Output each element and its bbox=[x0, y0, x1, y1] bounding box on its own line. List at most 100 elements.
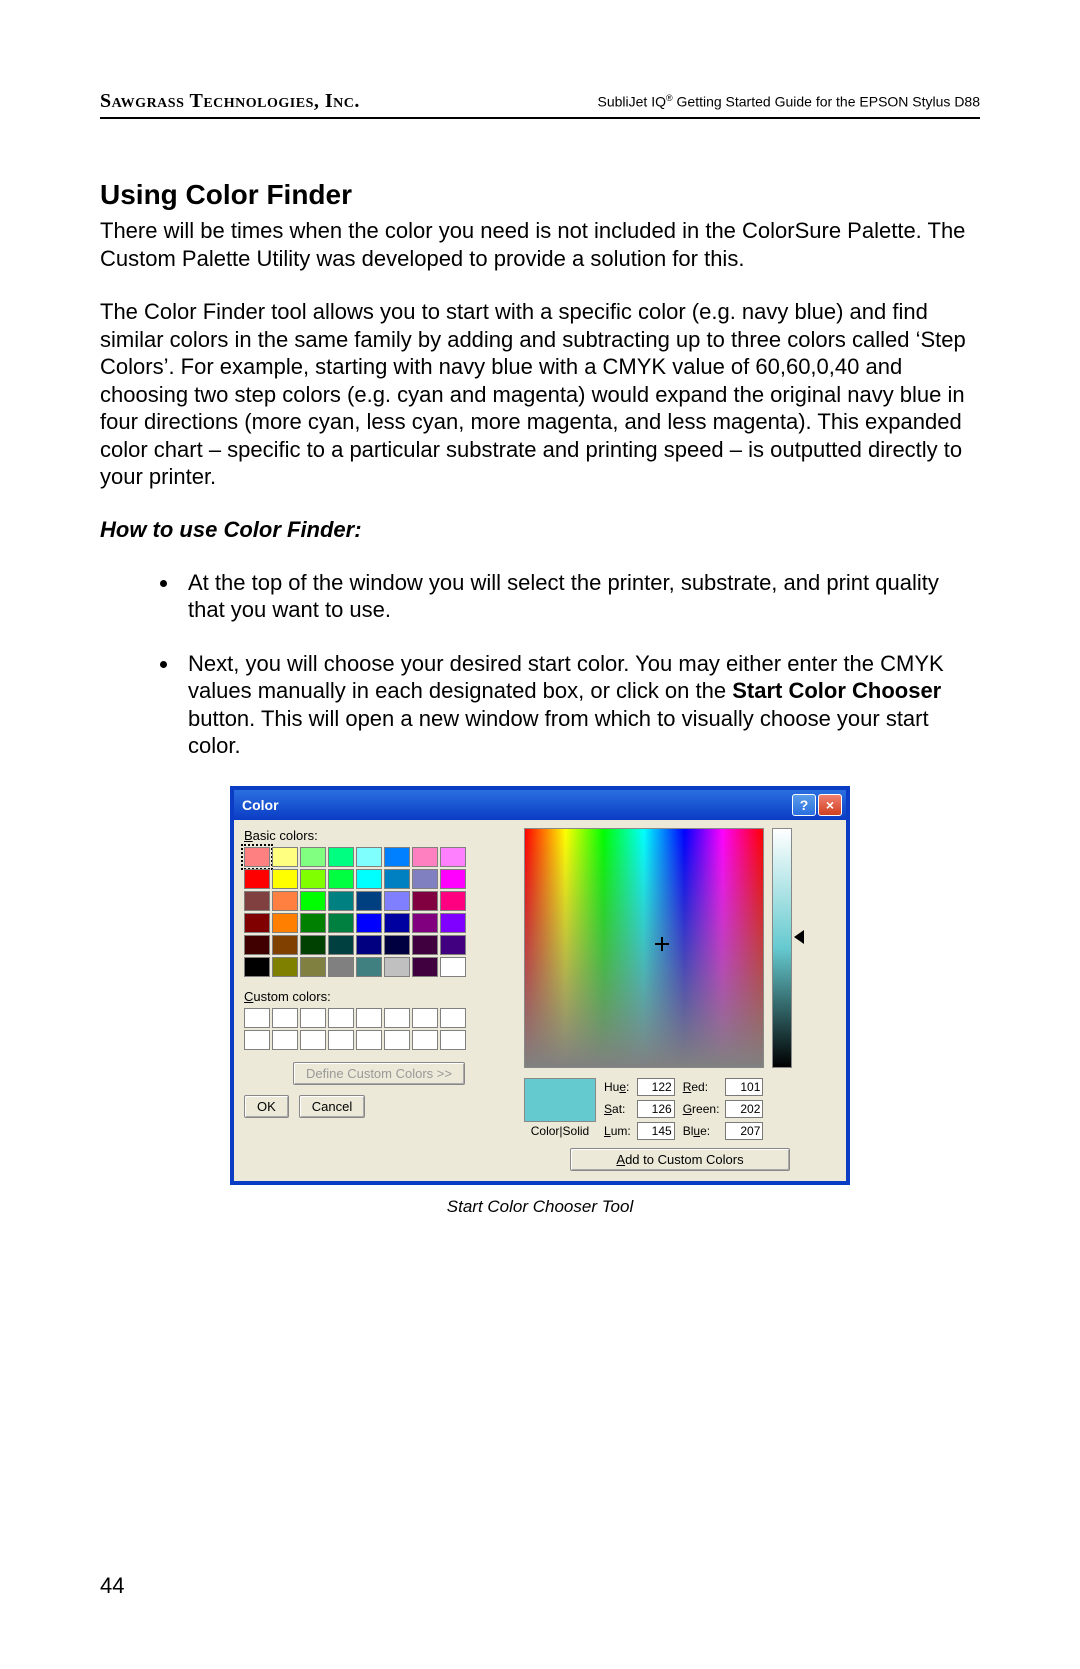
basic-color-swatch[interactable] bbox=[272, 935, 298, 955]
blue-label: Blue: bbox=[683, 1124, 720, 1138]
basic-color-swatch[interactable] bbox=[244, 957, 270, 977]
colorsolid-label: Color|Solid bbox=[531, 1124, 589, 1138]
basic-color-swatch[interactable] bbox=[440, 957, 466, 977]
custom-colors-label: Custom colors: bbox=[244, 989, 514, 1004]
custom-color-swatch[interactable] bbox=[272, 1030, 298, 1050]
basic-color-swatch[interactable] bbox=[328, 913, 354, 933]
page-number: 44 bbox=[100, 1573, 124, 1599]
custom-color-swatch[interactable] bbox=[328, 1030, 354, 1050]
custom-color-grid bbox=[244, 1008, 514, 1050]
basic-color-swatch[interactable] bbox=[384, 869, 410, 889]
basic-color-swatch[interactable] bbox=[300, 869, 326, 889]
doc-title: SubliJet IQ® Getting Started Guide for t… bbox=[598, 93, 981, 110]
basic-color-swatch[interactable] bbox=[384, 891, 410, 911]
hue-sat-picker[interactable] bbox=[524, 828, 764, 1068]
basic-color-swatch[interactable] bbox=[412, 847, 438, 867]
basic-color-swatch[interactable] bbox=[440, 891, 466, 911]
sat-input[interactable] bbox=[637, 1100, 675, 1118]
basic-color-swatch[interactable] bbox=[440, 935, 466, 955]
basic-color-swatch[interactable] bbox=[412, 957, 438, 977]
section-heading: Using Color Finder bbox=[100, 179, 980, 211]
custom-color-swatch[interactable] bbox=[356, 1008, 382, 1028]
luminance-slider[interactable] bbox=[772, 828, 792, 1068]
lum-input[interactable] bbox=[637, 1122, 675, 1140]
bullet-list: At the top of the window you will select… bbox=[100, 569, 980, 760]
blue-input[interactable] bbox=[725, 1122, 763, 1140]
help-button[interactable]: ? bbox=[792, 794, 816, 816]
basic-color-swatch[interactable] bbox=[272, 957, 298, 977]
basic-color-swatch[interactable] bbox=[300, 847, 326, 867]
paragraph-1: There will be times when the color you n… bbox=[100, 217, 980, 272]
custom-color-swatch[interactable] bbox=[412, 1008, 438, 1028]
paragraph-2: The Color Finder tool allows you to star… bbox=[100, 298, 980, 491]
howto-heading: How to use Color Finder: bbox=[100, 517, 980, 543]
green-input[interactable] bbox=[725, 1100, 763, 1118]
basic-color-swatch[interactable] bbox=[412, 935, 438, 955]
basic-color-swatch[interactable] bbox=[272, 847, 298, 867]
color-dialog: Color ? × Basic colors: Custom colors: D… bbox=[230, 786, 850, 1185]
basic-color-swatch[interactable] bbox=[356, 913, 382, 933]
custom-color-swatch[interactable] bbox=[300, 1008, 326, 1028]
basic-color-swatch[interactable] bbox=[300, 891, 326, 911]
lum-label: Lum: bbox=[604, 1124, 631, 1138]
basic-color-swatch[interactable] bbox=[440, 869, 466, 889]
red-input[interactable] bbox=[725, 1078, 763, 1096]
color-preview bbox=[524, 1078, 596, 1122]
basic-color-swatch[interactable] bbox=[328, 869, 354, 889]
custom-color-swatch[interactable] bbox=[244, 1030, 270, 1050]
basic-color-swatch[interactable] bbox=[440, 913, 466, 933]
basic-color-swatch[interactable] bbox=[356, 869, 382, 889]
basic-color-swatch[interactable] bbox=[300, 957, 326, 977]
basic-color-swatch[interactable] bbox=[412, 913, 438, 933]
bullet-1: At the top of the window you will select… bbox=[180, 569, 980, 624]
basic-color-swatch[interactable] bbox=[272, 891, 298, 911]
figure-caption: Start Color Chooser Tool bbox=[447, 1197, 633, 1217]
basic-color-swatch[interactable] bbox=[300, 913, 326, 933]
custom-color-swatch[interactable] bbox=[272, 1008, 298, 1028]
hue-label: Hue: bbox=[604, 1080, 631, 1094]
basic-color-swatch[interactable] bbox=[328, 847, 354, 867]
basic-color-swatch[interactable] bbox=[384, 913, 410, 933]
basic-color-swatch[interactable] bbox=[244, 869, 270, 889]
custom-color-swatch[interactable] bbox=[440, 1030, 466, 1050]
titlebar: Color ? × bbox=[234, 790, 846, 820]
basic-color-swatch[interactable] bbox=[384, 847, 410, 867]
page-header: Sawgrass Technologies, Inc. SubliJet IQ®… bbox=[100, 90, 980, 119]
define-custom-button[interactable]: Define Custom Colors >> bbox=[293, 1062, 465, 1085]
custom-color-swatch[interactable] bbox=[300, 1030, 326, 1050]
green-label: Green: bbox=[683, 1102, 720, 1116]
custom-color-swatch[interactable] bbox=[440, 1008, 466, 1028]
basic-color-swatch[interactable] bbox=[328, 891, 354, 911]
ok-button[interactable]: OK bbox=[244, 1095, 289, 1118]
dialog-title: Color bbox=[242, 797, 279, 813]
custom-color-swatch[interactable] bbox=[356, 1030, 382, 1050]
basic-color-swatch[interactable] bbox=[356, 847, 382, 867]
basic-color-swatch[interactable] bbox=[384, 957, 410, 977]
basic-color-swatch[interactable] bbox=[244, 847, 270, 867]
basic-color-swatch[interactable] bbox=[244, 891, 270, 911]
basic-color-swatch[interactable] bbox=[328, 935, 354, 955]
basic-color-swatch[interactable] bbox=[356, 935, 382, 955]
close-button[interactable]: × bbox=[818, 794, 842, 816]
cancel-button[interactable]: Cancel bbox=[299, 1095, 365, 1118]
basic-color-swatch[interactable] bbox=[412, 891, 438, 911]
custom-color-swatch[interactable] bbox=[384, 1030, 410, 1050]
company-name: Sawgrass Technologies, Inc. bbox=[100, 90, 360, 113]
basic-color-swatch[interactable] bbox=[272, 913, 298, 933]
custom-color-swatch[interactable] bbox=[412, 1030, 438, 1050]
add-custom-button[interactable]: Add to Custom Colors bbox=[570, 1148, 790, 1171]
basic-color-swatch[interactable] bbox=[244, 935, 270, 955]
basic-color-swatch[interactable] bbox=[440, 847, 466, 867]
custom-color-swatch[interactable] bbox=[384, 1008, 410, 1028]
basic-color-swatch[interactable] bbox=[356, 957, 382, 977]
basic-color-swatch[interactable] bbox=[328, 957, 354, 977]
basic-color-swatch[interactable] bbox=[244, 913, 270, 933]
basic-color-swatch[interactable] bbox=[356, 891, 382, 911]
basic-color-swatch[interactable] bbox=[384, 935, 410, 955]
basic-color-swatch[interactable] bbox=[412, 869, 438, 889]
hue-input[interactable] bbox=[637, 1078, 675, 1096]
basic-color-swatch[interactable] bbox=[300, 935, 326, 955]
custom-color-swatch[interactable] bbox=[244, 1008, 270, 1028]
basic-color-swatch[interactable] bbox=[272, 869, 298, 889]
custom-color-swatch[interactable] bbox=[328, 1008, 354, 1028]
